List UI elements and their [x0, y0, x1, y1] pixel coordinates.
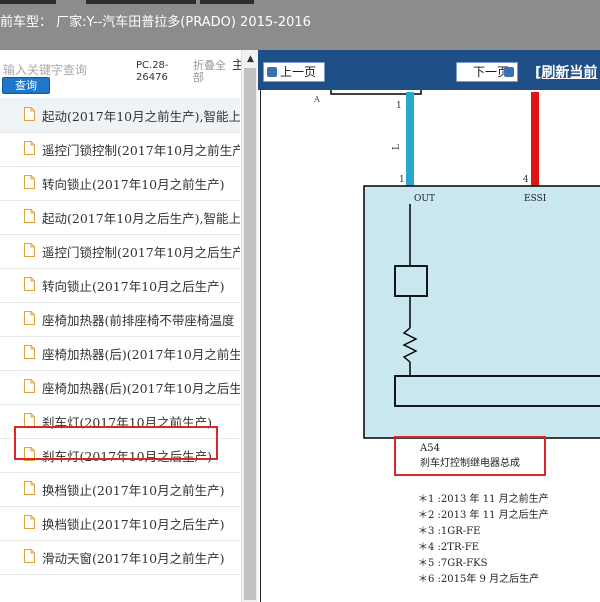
- pin-out-label: OUT: [414, 194, 435, 204]
- wiring-list: 起动(2017年10月之前生产),智能上车 遥控门锁控制(2017年10月之前生产…: [0, 94, 240, 602]
- list-item-label: 转向锁止(2017年10月之前生产): [42, 177, 225, 192]
- scroll-up-arrow-icon[interactable]: ▲: [242, 52, 259, 66]
- next-page-button[interactable]: 下一页: [456, 62, 519, 82]
- document-icon: [24, 413, 35, 427]
- list-item[interactable]: 座椅加热器(前排座椅不带座椅温度: [0, 302, 240, 337]
- list-item[interactable]: 滑动天窗(2017年10月之前生产): [0, 540, 240, 575]
- pin-label: 1: [399, 175, 405, 185]
- relay-body: [363, 185, 600, 439]
- pin-label: 1: [396, 101, 402, 111]
- search-bar: 查询 PC.28-26476 折叠全部 主: [0, 50, 258, 94]
- window-tab[interactable]: [0, 0, 56, 4]
- prev-page-label: 上一页: [280, 65, 317, 79]
- list-item-label: 滑动天窗(2017年10月之前生产): [42, 551, 225, 566]
- document-icon: [24, 379, 35, 393]
- footnote: ＊4 :2TR-FE: [418, 542, 479, 553]
- highlight-box: [14, 426, 218, 460]
- list-item-label: 换档锁止(2017年10月之后生产): [42, 517, 225, 532]
- refresh-link[interactable]: [刷新当前: [535, 62, 597, 82]
- list-item[interactable]: 遥控门锁控制(2017年10月之前生产: [0, 132, 240, 167]
- list-item[interactable]: 座椅加热器(后)(2017年10月之后生.: [0, 370, 240, 405]
- vehicle-title: 前车型： 厂家:Y--汽车田普拉多(PRADO) 2015-2016: [0, 15, 311, 30]
- component-code: A54: [419, 443, 440, 454]
- arrow-right-icon: [504, 67, 515, 77]
- upper-connector-label: A: [313, 95, 320, 104]
- document-icon: [24, 243, 35, 257]
- list-item[interactable]: 换档锁止(2017年10月之前生产): [0, 472, 240, 507]
- document-icon: [24, 107, 35, 121]
- list-item-label: 换档锁止(2017年10月之前生产): [42, 483, 225, 498]
- list-item-label: 座椅加热器(前排座椅不带座椅温度: [42, 313, 235, 328]
- component-highlight-box: [394, 436, 546, 476]
- footnote: ＊3 :1GR-FE: [418, 526, 480, 537]
- footnote: ＊5 :7GR-FKS: [418, 558, 488, 569]
- diagram-nav-bar: 上一页 下一页 [刷新当前: [258, 50, 600, 90]
- list-item-label: 座椅加热器(后)(2017年10月之前生.: [42, 347, 240, 362]
- list-scrollbar[interactable]: ▲: [241, 50, 259, 602]
- scroll-thumb[interactable]: [244, 68, 256, 600]
- document-icon: [24, 311, 35, 325]
- diagram-panel: 上一页 下一页 [刷新当前 A 1 L 1 4 OUT ESSI A54 刹车灯…: [258, 50, 600, 602]
- document-icon: [24, 175, 35, 189]
- pc-code: PC.28-26476: [136, 60, 169, 83]
- footnote: ＊2 :2013 年 11 月之后生产: [418, 508, 549, 521]
- list-item-label: 起动(2017年10月之前生产),智能上车: [42, 109, 240, 124]
- list-item[interactable]: 起动(2017年10月之前生产),智能上车: [0, 98, 240, 133]
- red-wire: [531, 92, 539, 186]
- list-item[interactable]: 遥控门锁控制(2017年10月之后生产: [0, 234, 240, 269]
- arrow-left-icon: [267, 67, 277, 77]
- left-panel: 查询 PC.28-26476 折叠全部 主 起动(2017年10月之前生产),智…: [0, 50, 258, 602]
- pin-essi-label: ESSI: [524, 194, 547, 204]
- document-icon: [24, 515, 35, 529]
- list-item-label: 转向锁止(2017年10月之后生产): [42, 279, 225, 294]
- document-icon: [24, 549, 35, 563]
- window-tab[interactable]: [200, 0, 254, 4]
- list-item-label: 遥控门锁控制(2017年10月之后生产: [42, 245, 240, 260]
- list-item[interactable]: 转向锁止(2017年10月之后生产): [0, 268, 240, 303]
- list-item-label: 遥控门锁控制(2017年10月之前生产: [42, 143, 240, 158]
- top-bar: 前车型： 厂家:Y--汽车田普拉多(PRADO) 2015-2016: [0, 0, 600, 50]
- list-item[interactable]: 座椅加热器(后)(2017年10月之前生.: [0, 336, 240, 371]
- list-item[interactable]: 转向锁止(2017年10月之前生产): [0, 166, 240, 201]
- footnotes: ＊1 :2013 年 11 月之前生产 ＊2 :2013 年 11 月之后生产 …: [418, 492, 549, 585]
- pin-label: 4: [523, 175, 529, 185]
- document-icon: [24, 209, 35, 223]
- blue-wire: [406, 92, 414, 186]
- prev-page-button[interactable]: 上一页: [263, 62, 326, 82]
- list-item[interactable]: 换档锁止(2017年10月之后生产): [0, 506, 240, 541]
- document-icon: [24, 481, 35, 495]
- document-icon: [24, 141, 35, 155]
- window-tab[interactable]: [86, 0, 196, 4]
- component-name: 刹车灯控制继电器总成: [420, 456, 520, 469]
- document-icon: [24, 277, 35, 291]
- footnote: ＊6 :2015年 9 月之后生产: [418, 572, 539, 585]
- list-item-label: 起动(2017年10月之后生产),智能上车: [42, 211, 240, 226]
- list-item[interactable]: 起动(2017年10月之后生产),智能上车: [0, 200, 240, 235]
- document-icon: [24, 345, 35, 359]
- wire-color-label: L: [392, 144, 402, 150]
- footnote: ＊1 :2013 年 11 月之前生产: [418, 492, 549, 505]
- list-item-label: 座椅加热器(后)(2017年10月之后生.: [42, 381, 240, 396]
- wiring-diagram: A 1 L 1 4 OUT ESSI A54 刹车灯控制继电器总成 ＊1 :20…: [313, 90, 600, 585]
- fold-all-button[interactable]: 折叠全部: [193, 60, 231, 84]
- search-button[interactable]: 查询: [2, 77, 50, 94]
